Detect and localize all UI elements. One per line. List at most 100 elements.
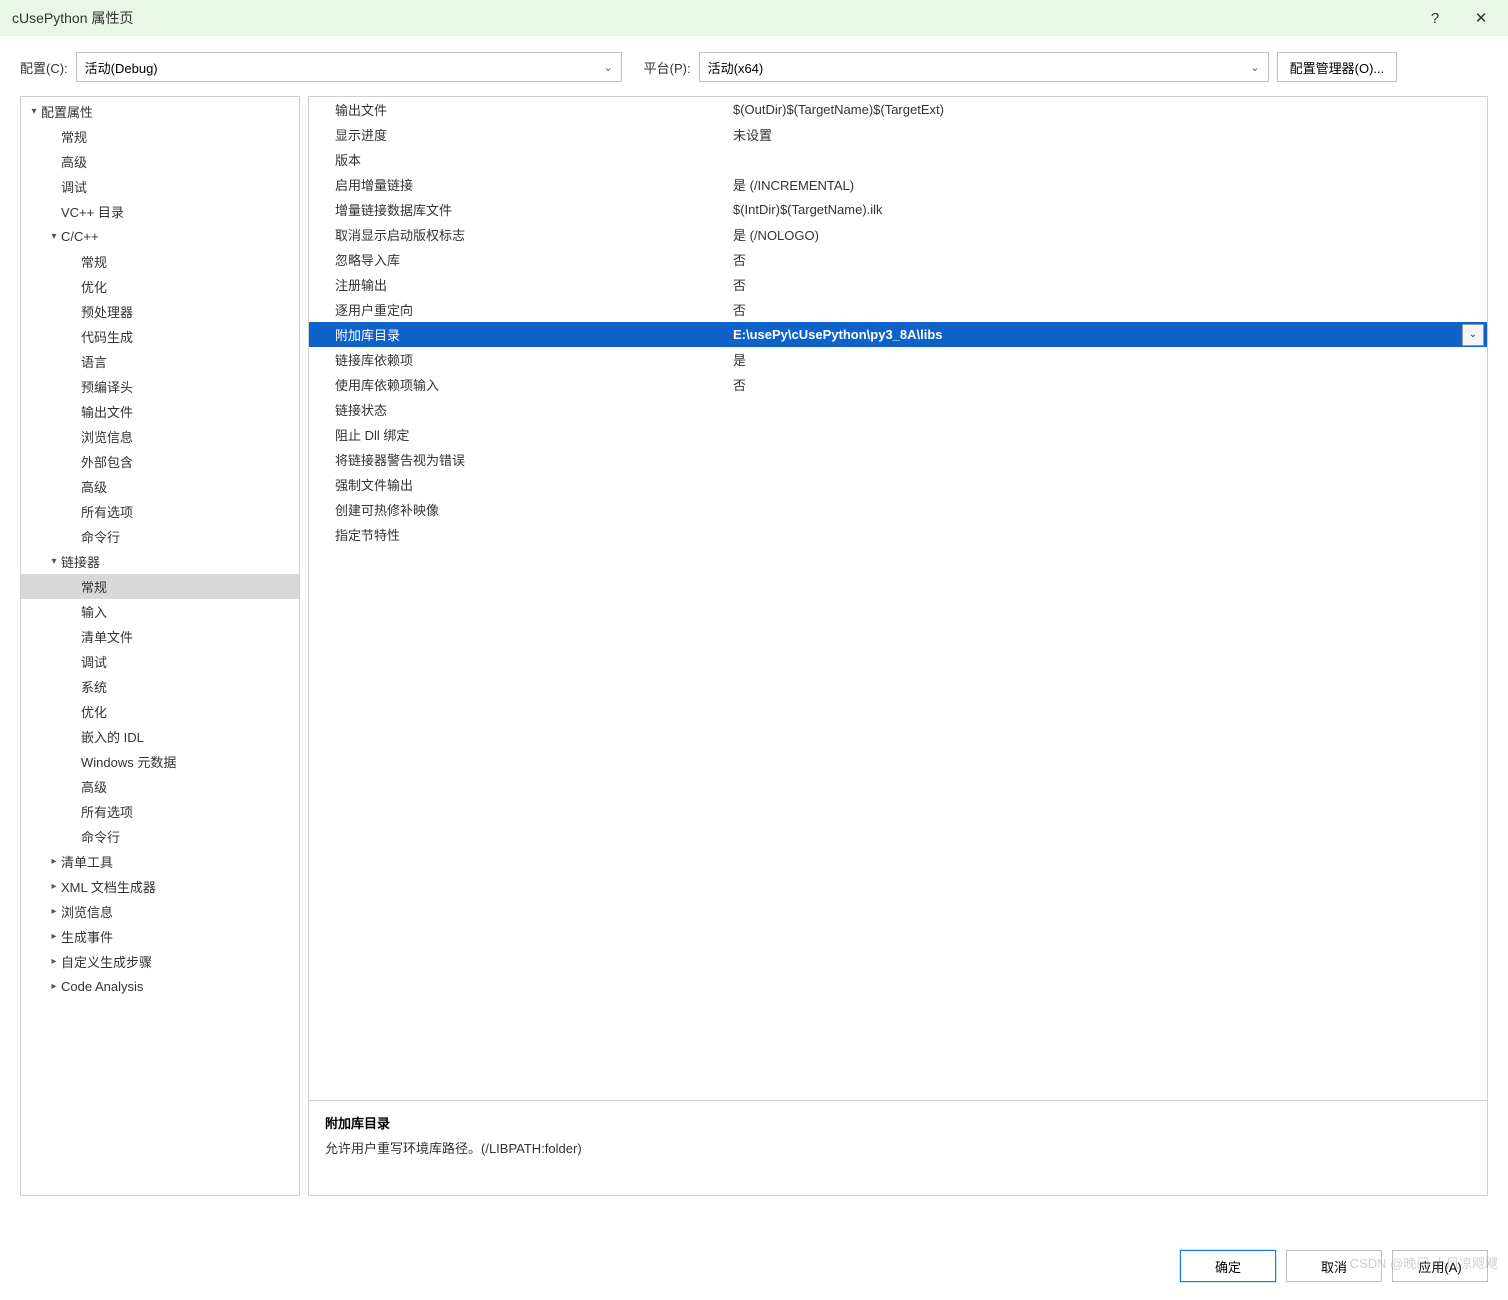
tree-item[interactable]: 命令行 — [21, 524, 299, 549]
property-value[interactable]: 否 — [729, 275, 1487, 294]
tree-item[interactable]: 常规 — [21, 249, 299, 274]
ok-button[interactable]: 确定 — [1180, 1250, 1276, 1282]
property-row[interactable]: 增量链接数据库文件$(IntDir)$(TargetName).ilk — [309, 197, 1487, 222]
tree-item[interactable]: 优化 — [21, 274, 299, 299]
tree-item[interactable]: ▸清单工具 — [21, 849, 299, 874]
property-row[interactable]: 链接状态 — [309, 397, 1487, 422]
tree-item[interactable]: 优化 — [21, 699, 299, 724]
property-value[interactable]: $(OutDir)$(TargetName)$(TargetExt) — [729, 102, 1487, 117]
tree-item-label: 嵌入的 IDL — [81, 727, 144, 746]
tree-item[interactable]: ▸自定义生成步骤 — [21, 949, 299, 974]
tree-item-label: Code Analysis — [61, 979, 143, 994]
tree-item[interactable]: 代码生成 — [21, 324, 299, 349]
tree-item[interactable]: ▸XML 文档生成器 — [21, 874, 299, 899]
tree-item[interactable]: 外部包含 — [21, 449, 299, 474]
tree-item[interactable]: Windows 元数据 — [21, 749, 299, 774]
apply-button[interactable]: 应用(A) — [1392, 1250, 1488, 1282]
tree-item[interactable]: 所有选项 — [21, 799, 299, 824]
property-value[interactable]: 是 (/INCREMENTAL) — [729, 175, 1487, 194]
expand-icon[interactable]: ▸ — [47, 856, 61, 867]
tree-item[interactable]: 预编译头 — [21, 374, 299, 399]
tree-item[interactable]: 常规 — [21, 574, 299, 599]
tree-item-label: 所有选项 — [81, 802, 133, 821]
property-row[interactable]: 将链接器警告视为错误 — [309, 447, 1487, 472]
tree-item-label: 代码生成 — [81, 327, 133, 346]
property-row[interactable]: 忽略导入库否 — [309, 247, 1487, 272]
platform-combo[interactable]: 活动(x64) ⌄ — [699, 52, 1269, 82]
close-button[interactable]: ✕ — [1458, 0, 1504, 36]
tree-item[interactable]: VC++ 目录 — [21, 199, 299, 224]
dropdown-button[interactable]: ⌄ — [1462, 324, 1484, 346]
property-row[interactable]: 启用增量链接是 (/INCREMENTAL) — [309, 172, 1487, 197]
property-value[interactable]: 否 — [729, 375, 1487, 394]
tree-item-label: 优化 — [81, 277, 107, 296]
tree-item[interactable]: 嵌入的 IDL — [21, 724, 299, 749]
tree-item[interactable]: 所有选项 — [21, 499, 299, 524]
tree-item-label: 清单工具 — [61, 852, 113, 871]
property-name: 强制文件输出 — [309, 475, 729, 494]
tree-view[interactable]: ▾配置属性常规高级调试VC++ 目录▾C/C++常规优化预处理器代码生成语言预编… — [20, 96, 300, 1196]
tree-item[interactable]: 调试 — [21, 174, 299, 199]
tree-item[interactable]: 浏览信息 — [21, 424, 299, 449]
tree-item-label: VC++ 目录 — [61, 202, 124, 221]
property-value[interactable]: 否 — [729, 300, 1487, 319]
property-value[interactable]: 是 (/NOLOGO) — [729, 225, 1487, 244]
tree-item-label: 常规 — [61, 127, 87, 146]
tree-item[interactable]: 调试 — [21, 649, 299, 674]
expand-icon[interactable]: ▸ — [47, 881, 61, 892]
tree-item[interactable]: 输入 — [21, 599, 299, 624]
title-bar: cUsePython 属性页 ? ✕ — [0, 0, 1508, 36]
help-button[interactable]: ? — [1412, 0, 1458, 36]
tree-item[interactable]: ▾链接器 — [21, 549, 299, 574]
expand-icon[interactable]: ▸ — [47, 956, 61, 967]
tree-item[interactable]: ▾配置属性 — [21, 99, 299, 124]
property-row[interactable]: 使用库依赖项输入否 — [309, 372, 1487, 397]
tree-item[interactable]: 系统 — [21, 674, 299, 699]
tree-item[interactable]: 高级 — [21, 474, 299, 499]
expand-icon[interactable]: ▸ — [47, 981, 61, 992]
property-row[interactable]: 取消显示启动版权标志是 (/NOLOGO) — [309, 222, 1487, 247]
tree-item[interactable]: 常规 — [21, 124, 299, 149]
property-row[interactable]: 注册输出否 — [309, 272, 1487, 297]
collapse-icon[interactable]: ▾ — [27, 106, 41, 117]
tree-item-label: 高级 — [61, 152, 87, 171]
property-value[interactable]: 是 — [729, 350, 1487, 369]
property-row[interactable]: 链接库依赖项是 — [309, 347, 1487, 372]
tree-item[interactable]: ▸Code Analysis — [21, 974, 299, 999]
config-manager-button[interactable]: 配置管理器(O)... — [1277, 52, 1398, 82]
collapse-icon[interactable]: ▾ — [47, 231, 61, 242]
expand-icon[interactable]: ▸ — [47, 931, 61, 942]
collapse-icon[interactable]: ▾ — [47, 556, 61, 567]
tree-item[interactable]: 输出文件 — [21, 399, 299, 424]
property-row[interactable]: 输出文件$(OutDir)$(TargetName)$(TargetExt) — [309, 97, 1487, 122]
config-combo[interactable]: 活动(Debug) ⌄ — [76, 52, 622, 82]
property-name: 链接状态 — [309, 400, 729, 419]
property-value[interactable]: E:\usePy\cUsePython\py3_8A\libs — [729, 327, 1462, 342]
property-row[interactable]: 创建可热修补映像 — [309, 497, 1487, 522]
property-row[interactable]: 指定节特性 — [309, 522, 1487, 547]
property-value[interactable]: 否 — [729, 250, 1487, 269]
tree-item[interactable]: ▸生成事件 — [21, 924, 299, 949]
tree-item[interactable]: 高级 — [21, 774, 299, 799]
property-row[interactable]: 附加库目录E:\usePy\cUsePython\py3_8A\libs⌄ — [309, 322, 1487, 347]
property-row[interactable]: 逐用户重定向否 — [309, 297, 1487, 322]
property-grid[interactable]: 输出文件$(OutDir)$(TargetName)$(TargetExt)显示… — [308, 96, 1488, 1101]
property-row[interactable]: 强制文件输出 — [309, 472, 1487, 497]
tree-item[interactable]: 清单文件 — [21, 624, 299, 649]
tree-item[interactable]: ▾C/C++ — [21, 224, 299, 249]
property-name: 使用库依赖项输入 — [309, 375, 729, 394]
tree-item[interactable]: 预处理器 — [21, 299, 299, 324]
tree-item[interactable]: 高级 — [21, 149, 299, 174]
property-value[interactable]: $(IntDir)$(TargetName).ilk — [729, 202, 1487, 217]
property-value[interactable]: 未设置 — [729, 125, 1487, 144]
cancel-button[interactable]: 取消 — [1286, 1250, 1382, 1282]
property-name: 显示进度 — [309, 125, 729, 144]
tree-item[interactable]: ▸浏览信息 — [21, 899, 299, 924]
property-row[interactable]: 显示进度未设置 — [309, 122, 1487, 147]
tree-item[interactable]: 命令行 — [21, 824, 299, 849]
tree-item[interactable]: 语言 — [21, 349, 299, 374]
tree-item-label: 所有选项 — [81, 502, 133, 521]
property-row[interactable]: 阻止 Dll 绑定 — [309, 422, 1487, 447]
property-row[interactable]: 版本 — [309, 147, 1487, 172]
expand-icon[interactable]: ▸ — [47, 906, 61, 917]
